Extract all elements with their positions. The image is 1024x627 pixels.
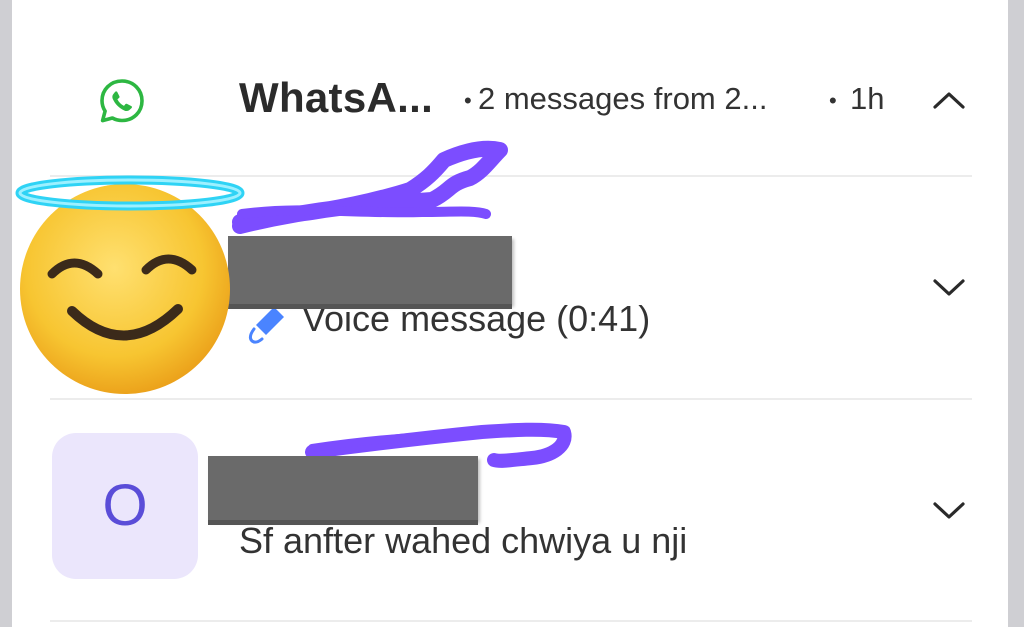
chevron-down-icon[interactable] <box>932 500 966 522</box>
microphone-icon <box>248 307 284 344</box>
chevron-down-icon[interactable] <box>932 277 966 299</box>
chevron-up-icon[interactable] <box>932 89 966 111</box>
notification-group-header[interactable]: WhatsA... • 2 messages from 2... • 1h <box>12 0 1008 175</box>
avatar: O <box>52 433 198 579</box>
separator-dot: • <box>829 88 837 113</box>
app-name: WhatsA... <box>239 74 434 121</box>
redaction-block <box>208 456 478 520</box>
message-text: Voice message (0:41) <box>302 298 651 339</box>
divider <box>50 620 972 622</box>
notification-summary: 2 messages from 2... <box>478 81 768 116</box>
message-text: Sf anfter wahed chwiya u nji <box>239 520 688 561</box>
whatsapp-icon <box>100 79 144 123</box>
redaction-block <box>228 236 512 304</box>
avatar-letter: O <box>102 473 148 538</box>
notification-time: 1h <box>850 81 885 116</box>
emoji-avatar-icon <box>15 175 245 394</box>
separator-dot: • <box>464 88 472 113</box>
